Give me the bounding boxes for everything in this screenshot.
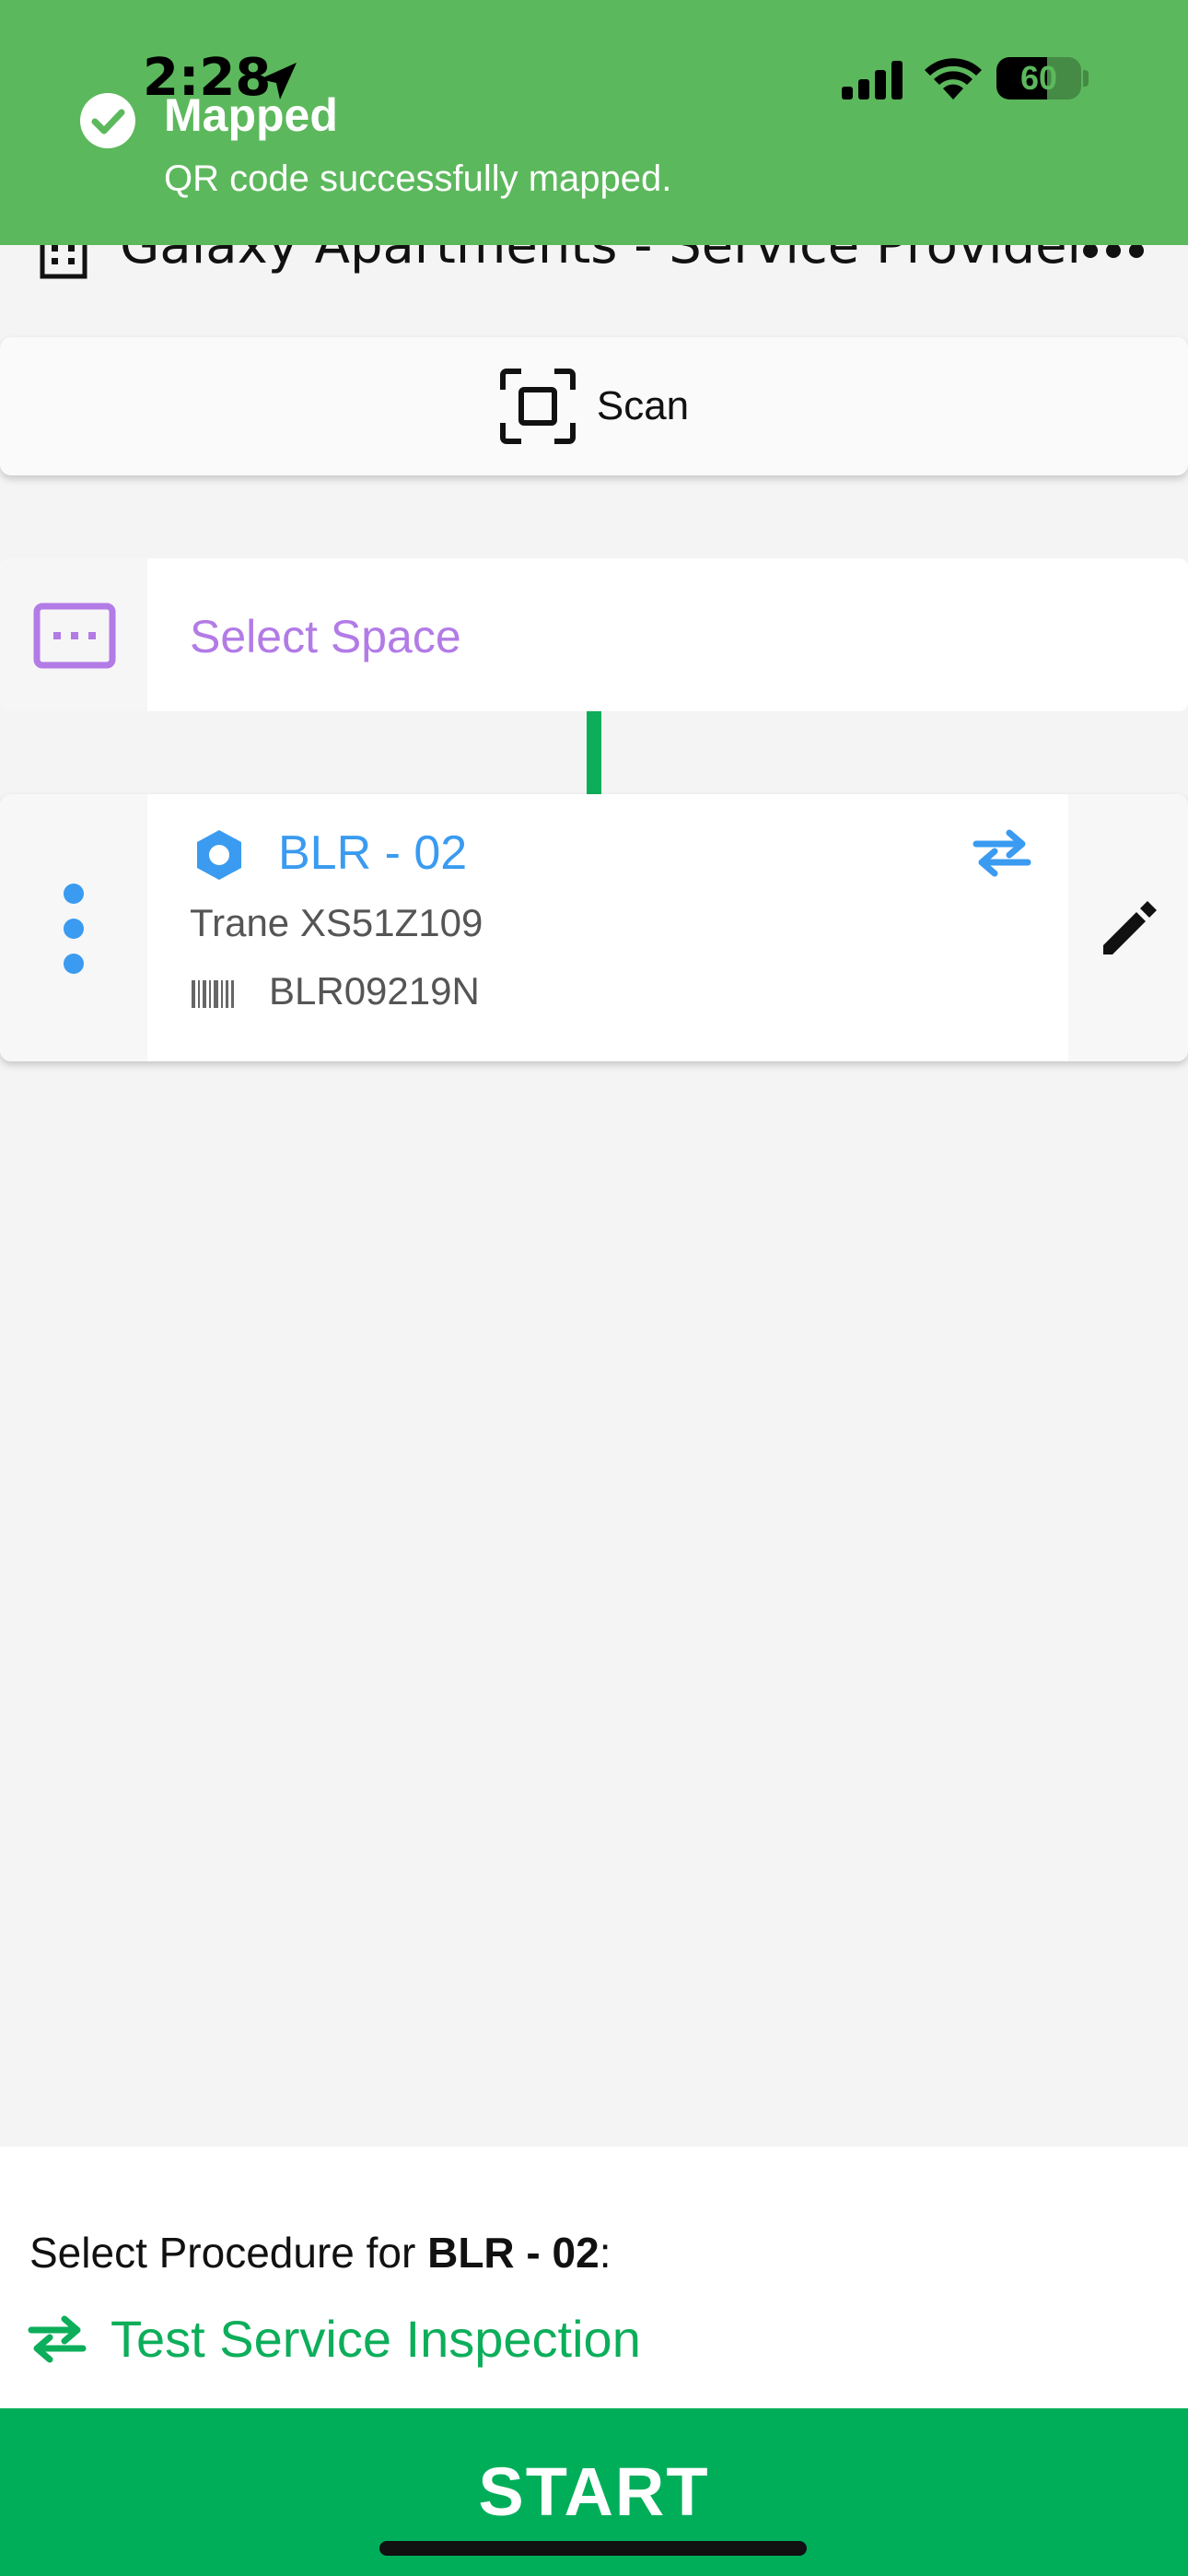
procedure-panel: Select Procedure for BLR - 02: Test Serv… [0, 2147, 1188, 2410]
asset-menu-column[interactable] [0, 794, 147, 1061]
space-icon-column [0, 558, 147, 711]
procedure-selector[interactable]: Test Service Inspection [28, 2309, 641, 2369]
success-toast[interactable]: 2:28 60 Mapped QR code successfully mapp… [0, 0, 1188, 245]
battery-indicator: 60 [996, 57, 1081, 100]
swap-icon[interactable] [973, 829, 1031, 877]
battery-nub [1083, 70, 1089, 87]
procedure-suffix: : [599, 2229, 611, 2277]
scan-frame-icon [499, 369, 576, 444]
space-icon [33, 603, 116, 669]
procedure-name[interactable]: Test Service Inspection [111, 2309, 641, 2369]
procedure-prompt: Select Procedure for BLR - 02: [29, 2228, 611, 2277]
asset-model: Trane XS51Z109 [190, 901, 483, 944]
connector-line [587, 711, 601, 794]
home-indicator [379, 2541, 807, 2556]
toast-message: QR code successfully mapped. [164, 158, 672, 199]
asset-card[interactable]: BLR - 02 Trane XS51Z109 BLR09219N [0, 794, 1188, 1061]
check-circle-icon [80, 93, 135, 148]
scan-label: Scan [596, 383, 690, 428]
scan-button[interactable]: Scan [0, 337, 1188, 475]
kebab-menu-icon[interactable] [53, 883, 94, 975]
edit-column[interactable] [1068, 794, 1188, 1061]
swap-icon [28, 2315, 87, 2362]
select-space-label: Select Space [190, 611, 461, 662]
asset-hexagon-icon [197, 830, 241, 880]
asset-serial: BLR09219N [269, 969, 480, 1013]
select-space-field[interactable]: Select Space [0, 558, 1188, 711]
asset-name: BLR - 02 [278, 826, 468, 880]
pencil-edit-icon[interactable] [1096, 896, 1160, 960]
cellular-signal-icon [842, 61, 903, 100]
procedure-asset-name: BLR - 02 [427, 2229, 600, 2277]
procedure-prefix: Select Procedure for [29, 2229, 428, 2277]
toast-title: Mapped [164, 89, 338, 141]
battery-level: 60 [1019, 59, 1058, 97]
barcode-icon [192, 980, 234, 1008]
wifi-icon [925, 58, 982, 100]
